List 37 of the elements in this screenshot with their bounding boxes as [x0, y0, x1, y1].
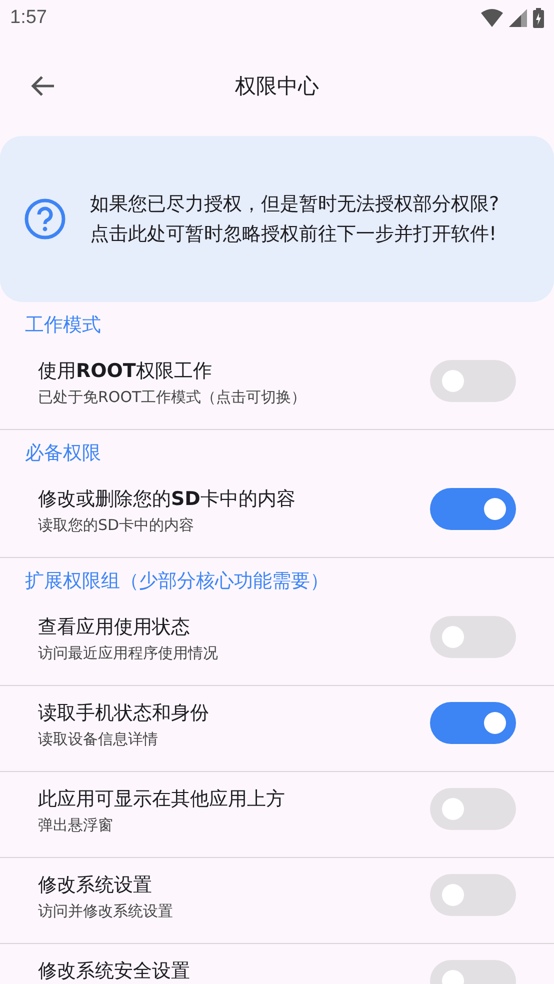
help-icon — [24, 198, 66, 240]
permission-description: 读取设备信息详情 — [38, 730, 159, 749]
permission-row[interactable]: 此应用可显示在其他应用上方 弹出悬浮窗 — [0, 772, 554, 858]
toggle-switch[interactable] — [430, 702, 516, 744]
permission-title: 查看应用使用状态 — [38, 615, 191, 640]
permission-description: 访问并修改系统设置 — [38, 902, 174, 921]
permission-description: 访问最近应用程序使用情况 — [38, 644, 219, 663]
signal-icon — [509, 9, 527, 27]
permission-row[interactable]: 修改系统设置 访问并修改系统设置 — [0, 858, 554, 944]
notice-text: 如果您已尽力授权，但是暂时无法授权部分权限? 点击此处可暂时忽略授权前往下一步并打开软件! — [90, 192, 500, 247]
toggle-switch[interactable] — [430, 488, 516, 530]
permission-row[interactable]: 修改或删除您的SD卡中的内容 读取您的SD卡中的内容 — [0, 472, 554, 558]
wifi-icon — [481, 9, 503, 27]
permission-description: 已处于免ROOT工作模式（点击可切换） — [38, 388, 308, 407]
permission-title: 使用ROOT权限工作 — [38, 359, 213, 384]
permission-row[interactable]: 使用ROOT权限工作 已处于免ROOT工作模式（点击可切换） — [0, 344, 554, 430]
section-title: 扩展权限组（少部分核心功能需要） — [24, 569, 330, 594]
notice-card[interactable]: 如果您已尽力授权，但是暂时无法授权部分权限? 点击此处可暂时忽略授权前往下一步并打开软件! — [0, 136, 554, 302]
toggle-switch[interactable] — [430, 788, 516, 830]
permission-description: 弹出悬浮窗 — [38, 816, 114, 835]
permission-row[interactable]: 修改系统安全设置 — [0, 944, 554, 984]
permission-title: 修改或删除您的SD卡中的内容 — [38, 487, 296, 512]
toggle-switch[interactable] — [430, 616, 516, 658]
toggle-switch[interactable] — [430, 360, 516, 402]
permission-title: 修改系统设置 — [38, 873, 153, 898]
permission-row[interactable]: 读取手机状态和身份 读取设备信息详情 — [0, 686, 554, 772]
section-title: 必备权限 — [24, 441, 102, 466]
section-title: 工作模式 — [24, 313, 102, 338]
toggle-switch[interactable] — [430, 874, 516, 916]
permission-title: 此应用可显示在其他应用上方 — [38, 787, 286, 812]
page-title: 权限中心 — [234, 73, 320, 100]
battery-icon — [533, 8, 544, 28]
permission-title: 修改系统安全设置 — [38, 959, 191, 984]
permission-row[interactable]: 查看应用使用状态 访问最近应用程序使用情况 — [0, 600, 554, 686]
permission-title: 读取手机状态和身份 — [38, 701, 210, 726]
status-time: 1:57 — [10, 7, 47, 29]
permission-description: 读取您的SD卡中的内容 — [38, 516, 196, 535]
